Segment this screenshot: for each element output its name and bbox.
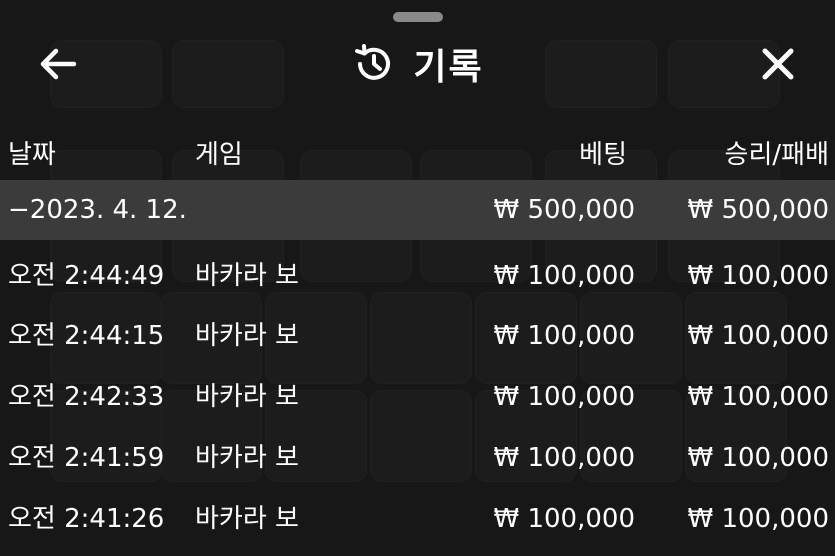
column-header-result: 승리/패배 xyxy=(724,140,829,170)
row-time: 오전 2:42:33 xyxy=(8,382,165,412)
row-result: ₩ 100,000 xyxy=(687,382,830,412)
table-row[interactable]: 오전 2:42:33 바카라 보 ₩ 100,000 ₩ 100,000 xyxy=(0,367,835,427)
row-game: 바카라 보 xyxy=(195,261,299,291)
row-bet: ₩ 100,000 xyxy=(493,443,636,473)
row-time: 오전 2:44:49 xyxy=(8,261,165,291)
table-row[interactable]: 오전 2:41:26 바카라 보 ₩ 100,000 ₩ 100,000 xyxy=(0,489,835,549)
row-bet: ₩ 100,000 xyxy=(493,261,636,291)
column-header-bet: 베팅 xyxy=(579,140,627,170)
row-game: 바카라 보 xyxy=(195,443,299,473)
row-result: ₩ 100,000 xyxy=(687,261,830,291)
header-title-group: 기록 xyxy=(0,38,835,90)
table-row[interactable]: 오전 2:44:15 바카라 보 ₩ 100,000 ₩ 100,000 xyxy=(0,306,835,366)
row-result: ₩ 100,000 xyxy=(687,321,830,351)
row-game: 바카라 보 xyxy=(195,382,299,412)
row-result: ₩ 100,000 xyxy=(687,443,830,473)
close-icon xyxy=(762,48,794,80)
page-title: 기록 xyxy=(413,47,484,88)
row-bet: ₩ 100,000 xyxy=(493,504,636,534)
summary-bet-total: ₩ 500,000 xyxy=(493,195,636,225)
row-bet: ₩ 100,000 xyxy=(493,321,636,351)
summary-result-total: ₩ 500,000 xyxy=(687,195,830,225)
row-time: 오전 2:41:26 xyxy=(8,504,165,534)
drag-handle[interactable] xyxy=(393,12,443,22)
history-clock-icon xyxy=(355,44,391,80)
row-result: ₩ 100,000 xyxy=(687,504,830,534)
history-header: 기록 xyxy=(0,28,835,98)
column-header-date: 날짜 xyxy=(8,140,56,170)
row-time: 오전 2:41:59 xyxy=(8,443,165,473)
summary-date: −2023. 4. 12. xyxy=(8,195,187,225)
table-row[interactable]: 오전 2:44:49 바카라 보 ₩ 100,000 ₩ 100,000 xyxy=(0,246,835,306)
row-time: 오전 2:44:15 xyxy=(8,321,165,351)
row-game: 바카라 보 xyxy=(195,321,299,351)
column-header-game: 게임 xyxy=(195,140,243,170)
date-summary-row[interactable]: −2023. 4. 12. ₩ 500,000 ₩ 500,000 xyxy=(0,180,835,240)
close-button[interactable] xyxy=(754,40,802,88)
row-game: 바카라 보 xyxy=(195,504,299,534)
table-row[interactable]: 오전 2:41:59 바카라 보 ₩ 100,000 ₩ 100,000 xyxy=(0,428,835,488)
row-bet: ₩ 100,000 xyxy=(493,382,636,412)
